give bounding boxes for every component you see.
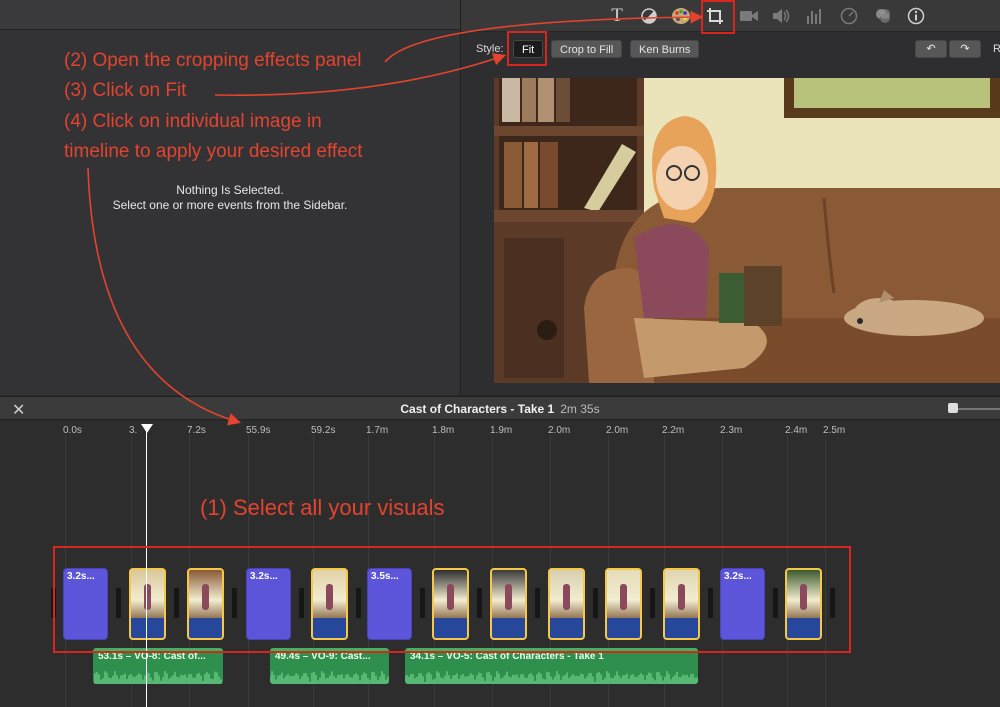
playhead-handle[interactable]: [141, 424, 153, 433]
timeline-header: ✕ Cast of Characters - Take 1 2m 35s: [0, 396, 1000, 420]
annotation-step-4-line1: (4) Click on individual image in: [64, 111, 322, 132]
audio-waveform: [93, 671, 222, 684]
empty-state-subtitle: Select one or more events from the Sideb…: [112, 198, 348, 212]
ruler-label: 55.9s: [246, 425, 271, 436]
waveform-path: [270, 671, 389, 684]
audio-waveform: [270, 671, 389, 684]
ruler-label: 2.0m: [606, 425, 629, 436]
waveform-path: [405, 671, 698, 684]
ruler-label: 1.8m: [432, 425, 455, 436]
color-palette-icon[interactable]: [670, 5, 692, 27]
clip-selection-highlight: [53, 546, 851, 653]
project-duration: 2m 35s: [560, 402, 600, 416]
empty-state-message: Nothing Is Selected. Select one or more …: [60, 183, 400, 213]
waveform-path: [93, 671, 222, 684]
ken-burns-button[interactable]: Ken Burns: [630, 40, 700, 58]
info-icon[interactable]: [905, 5, 927, 27]
preview-scene-image: [494, 78, 1000, 383]
reset-label[interactable]: R: [993, 43, 1000, 55]
equalizer-icon[interactable]: [804, 5, 826, 27]
zoom-slider-knob[interactable]: [948, 403, 958, 413]
rotate-right-button[interactable]: ↷: [949, 40, 981, 58]
ruler-label: 2.0m: [548, 425, 571, 436]
annotation-step-1: (1) Select all your visuals: [200, 495, 445, 520]
ruler-label: 2.3m: [720, 425, 743, 436]
ruler-label: 2.5m: [823, 425, 846, 436]
empty-state-title: Nothing Is Selected.: [176, 183, 284, 197]
ruler-label: 2.2m: [662, 425, 685, 436]
fit-button-highlight: [507, 31, 547, 66]
crop-to-fill-button[interactable]: Crop to Fill: [551, 40, 623, 58]
volume-icon[interactable]: [770, 5, 792, 27]
ruler-label: 2.4m: [785, 425, 808, 436]
voiceover-clip[interactable]: 49.4s – VO-9: Cast...: [270, 648, 389, 684]
voiceover-clip[interactable]: 53.1s – VO-8: Cast of...: [93, 648, 223, 684]
clip-filter-icon[interactable]: [872, 5, 894, 27]
voiceover-clip[interactable]: 34.1s – VO-5: Cast of Characters - Take …: [405, 648, 698, 684]
browser-toolbar: [0, 0, 460, 30]
video-preview: [494, 78, 1000, 383]
speed-icon[interactable]: [838, 5, 860, 27]
project-name: Cast of Characters - Take 1: [400, 402, 555, 416]
title-icon[interactable]: T: [606, 5, 628, 27]
camera-stabilization-icon[interactable]: [738, 5, 760, 27]
ruler-label: 1.7m: [366, 425, 389, 436]
style-label: Style:: [476, 43, 504, 55]
annotation-step-3: (3) Click on Fit: [64, 80, 187, 101]
ruler-label: 59.2s: [311, 425, 336, 436]
project-title: Cast of Characters - Take 1 2m 35s: [0, 402, 1000, 416]
crop-icon-highlight: [701, 0, 735, 34]
color-balance-icon[interactable]: [638, 5, 660, 27]
ruler-label: 1.9m: [490, 425, 513, 436]
annotation-step-4-line2: timeline to apply your desired effect: [64, 141, 363, 162]
rotate-left-button[interactable]: ↶: [915, 40, 947, 58]
audio-waveform: [405, 671, 698, 684]
annotation-step-2: (2) Open the cropping effects panel: [64, 50, 362, 71]
